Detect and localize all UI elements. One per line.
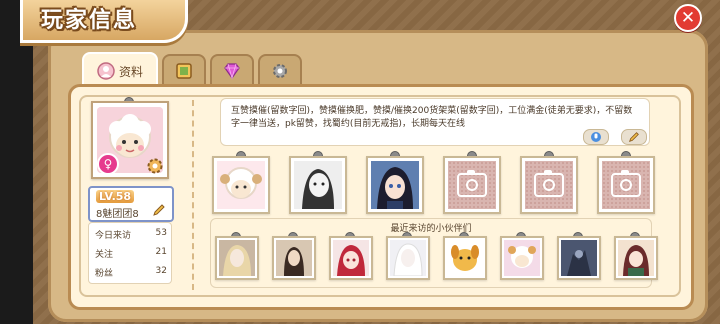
level-guild-box: LV.58 8魅团团8 — [88, 186, 174, 222]
bio-text: 互赞摸催(留数字回)，赞摸催换肥，赞摸/催换200货架菜(留数字回)，工位满金(… — [231, 106, 633, 129]
stat-value: 53 — [155, 228, 167, 238]
photo-slot-empty[interactable] — [520, 156, 578, 214]
photo-slot[interactable] — [366, 156, 424, 214]
recent-visitors-title: 最近来访的小伙伴们 — [390, 224, 472, 234]
visitor-avatar[interactable] — [443, 236, 487, 280]
tab-settings[interactable] — [258, 54, 302, 86]
photo-slot[interactable] — [212, 156, 270, 214]
stat-row-today: 今日来访 53 — [95, 228, 167, 241]
tab-profile[interactable]: 资料 — [82, 52, 158, 88]
level-badge: LV.58 — [96, 190, 135, 203]
empty-photo — [525, 161, 573, 209]
tab-profile-label: 资料 — [118, 64, 143, 79]
anime-girl-photo — [294, 161, 342, 209]
window-title: 玩家信息 — [41, 8, 138, 33]
edit-pencil-icon[interactable] — [152, 203, 166, 217]
photo-slot[interactable] — [289, 156, 347, 214]
camera-icon — [457, 170, 487, 197]
stat-label: 今日来访 — [95, 231, 132, 241]
tab-album[interactable] — [162, 54, 206, 86]
voice-button[interactable] — [583, 129, 609, 145]
visitor-stats: 今日来访 53 关注 21 粉丝 32 — [88, 222, 172, 284]
edit-pencil-icon — [629, 132, 639, 142]
camera-icon — [611, 170, 641, 197]
visitor-avatar[interactable] — [215, 236, 259, 280]
anime-girl-photo — [371, 161, 419, 209]
edit-bio-button[interactable] — [621, 129, 647, 145]
visitor-avatar[interactable] — [614, 236, 658, 280]
album-icon — [176, 63, 192, 79]
settings-gear-icon[interactable] — [146, 157, 164, 175]
stat-value: 32 — [155, 266, 167, 276]
visitor-avatar[interactable] — [500, 236, 544, 280]
female-icon: ♀ — [97, 153, 119, 175]
close-button[interactable]: ✕ — [674, 4, 702, 32]
camera-icon — [534, 170, 564, 197]
stat-label: 粉丝 — [95, 269, 114, 279]
visitor-avatar[interactable] — [329, 236, 373, 280]
visitor-avatar[interactable] — [272, 236, 316, 280]
settings-icon — [273, 64, 287, 78]
stat-label: 关注 — [95, 250, 114, 260]
stat-row-fans: 粉丝 32 — [95, 266, 167, 279]
photo-slot-empty[interactable] — [443, 156, 501, 214]
stat-row-following: 关注 21 — [95, 247, 167, 260]
tab-diamond[interactable] — [210, 54, 254, 86]
sheep-photo — [217, 161, 265, 209]
title-banner: 玩家信息 — [20, 0, 188, 43]
stat-value: 21 — [155, 247, 167, 257]
photo-slot-empty[interactable] — [597, 156, 655, 214]
divider — [192, 100, 194, 290]
visitor-avatar[interactable] — [557, 236, 601, 280]
microphone-icon — [591, 132, 601, 142]
bio-box: 互赞摸催(留数字回)，赞摸催换肥，赞摸/催换200货架菜(留数字回)，工位满金(… — [220, 98, 650, 146]
visitor-avatar[interactable] — [386, 236, 430, 280]
empty-photo — [602, 161, 650, 209]
guild-name: 8魅团团8 — [96, 209, 139, 220]
empty-photo — [448, 161, 496, 209]
diamond-icon — [224, 63, 240, 80]
profile-icon — [97, 62, 115, 80]
